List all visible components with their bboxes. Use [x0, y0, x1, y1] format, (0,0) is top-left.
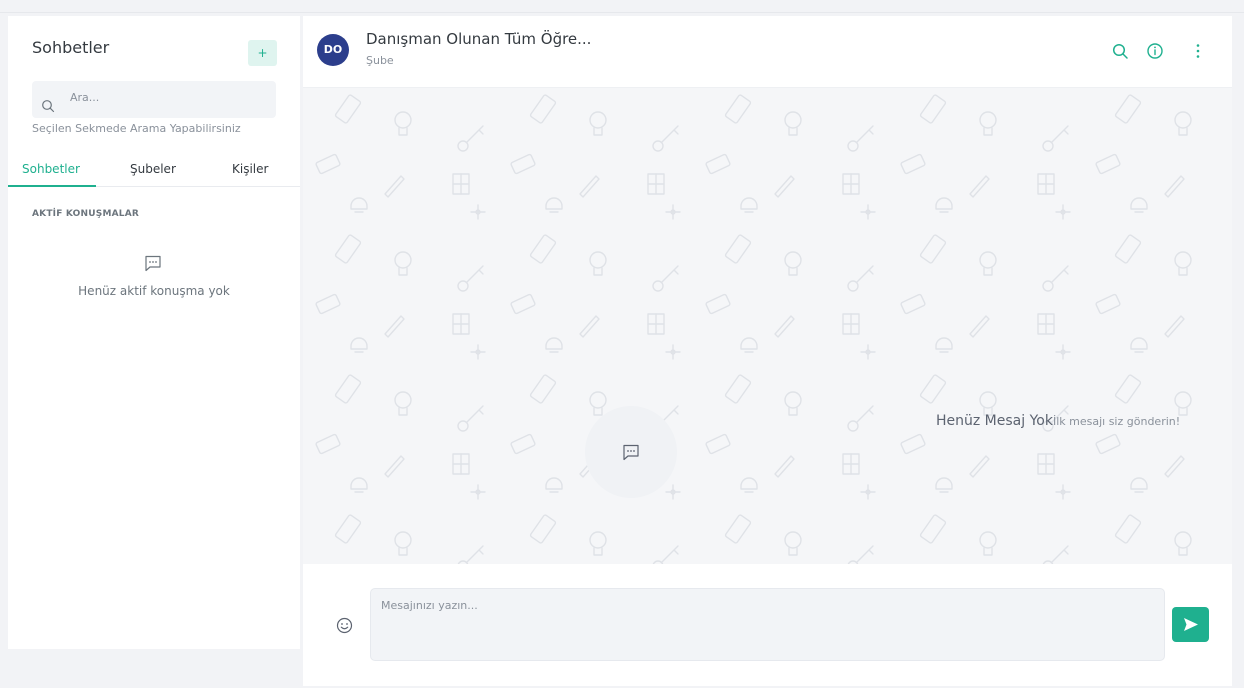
chat-sidebar: Sohbetler + Seçilen Sekmede Arama Yapabi… — [8, 16, 300, 649]
tab-kisiler[interactable]: Kişiler — [232, 162, 268, 176]
search-box — [32, 81, 276, 118]
search-icon[interactable] — [1111, 42, 1129, 60]
chat-panel: DO Danışman Olunan Tüm Öğre... Şube Henü… — [303, 16, 1232, 686]
send-icon — [1184, 618, 1198, 631]
message-input[interactable] — [370, 588, 1165, 661]
message-dots-icon — [623, 444, 639, 461]
tab-sohbetler[interactable]: Sohbetler — [22, 162, 80, 176]
sidebar-tabs: Sohbetler Şubeler Kişiler — [8, 156, 300, 187]
message-composer — [303, 564, 1232, 686]
active-tab-indicator — [8, 185, 96, 187]
info-icon[interactable] — [1146, 42, 1164, 60]
top-divider — [0, 12, 1244, 13]
new-chat-button[interactable]: + — [248, 40, 277, 66]
chat-subtitle: Şube — [366, 54, 394, 67]
avatar[interactable]: DO — [317, 34, 349, 66]
empty-chat-subtitle: İlk mesajı siz gönderin! — [1052, 415, 1181, 428]
empty-chat-message: Henüz Mesaj Yokİlk mesajı siz gönderin! — [936, 410, 1180, 429]
sidebar-title: Sohbetler — [32, 38, 110, 57]
search-icon — [42, 100, 55, 113]
chat-title: Danışman Olunan Tüm Öğre... — [366, 30, 592, 48]
chat-wallpaper — [303, 88, 1232, 564]
search-hint: Seçilen Sekmede Arama Yapabilirsiniz — [32, 122, 241, 135]
search-input[interactable] — [70, 86, 266, 108]
empty-chat-title: Henüz Mesaj Yok — [936, 413, 1053, 429]
message-dots-icon — [145, 255, 161, 272]
send-button[interactable] — [1172, 607, 1209, 642]
section-title: AKTİF KONUŞMALAR — [32, 209, 140, 219]
tab-subeler[interactable]: Şubeler — [130, 162, 176, 176]
more-vertical-icon[interactable] — [1189, 42, 1207, 60]
no-active-chats-text: Henüz aktif konuşma yok — [78, 284, 230, 298]
empty-chat-illustration — [585, 406, 677, 498]
message-area[interactable]: Henüz Mesaj Yokİlk mesajı siz gönderin! — [303, 88, 1232, 564]
emoji-icon[interactable] — [336, 617, 353, 634]
chat-header: DO Danışman Olunan Tüm Öğre... Şube — [303, 16, 1232, 88]
